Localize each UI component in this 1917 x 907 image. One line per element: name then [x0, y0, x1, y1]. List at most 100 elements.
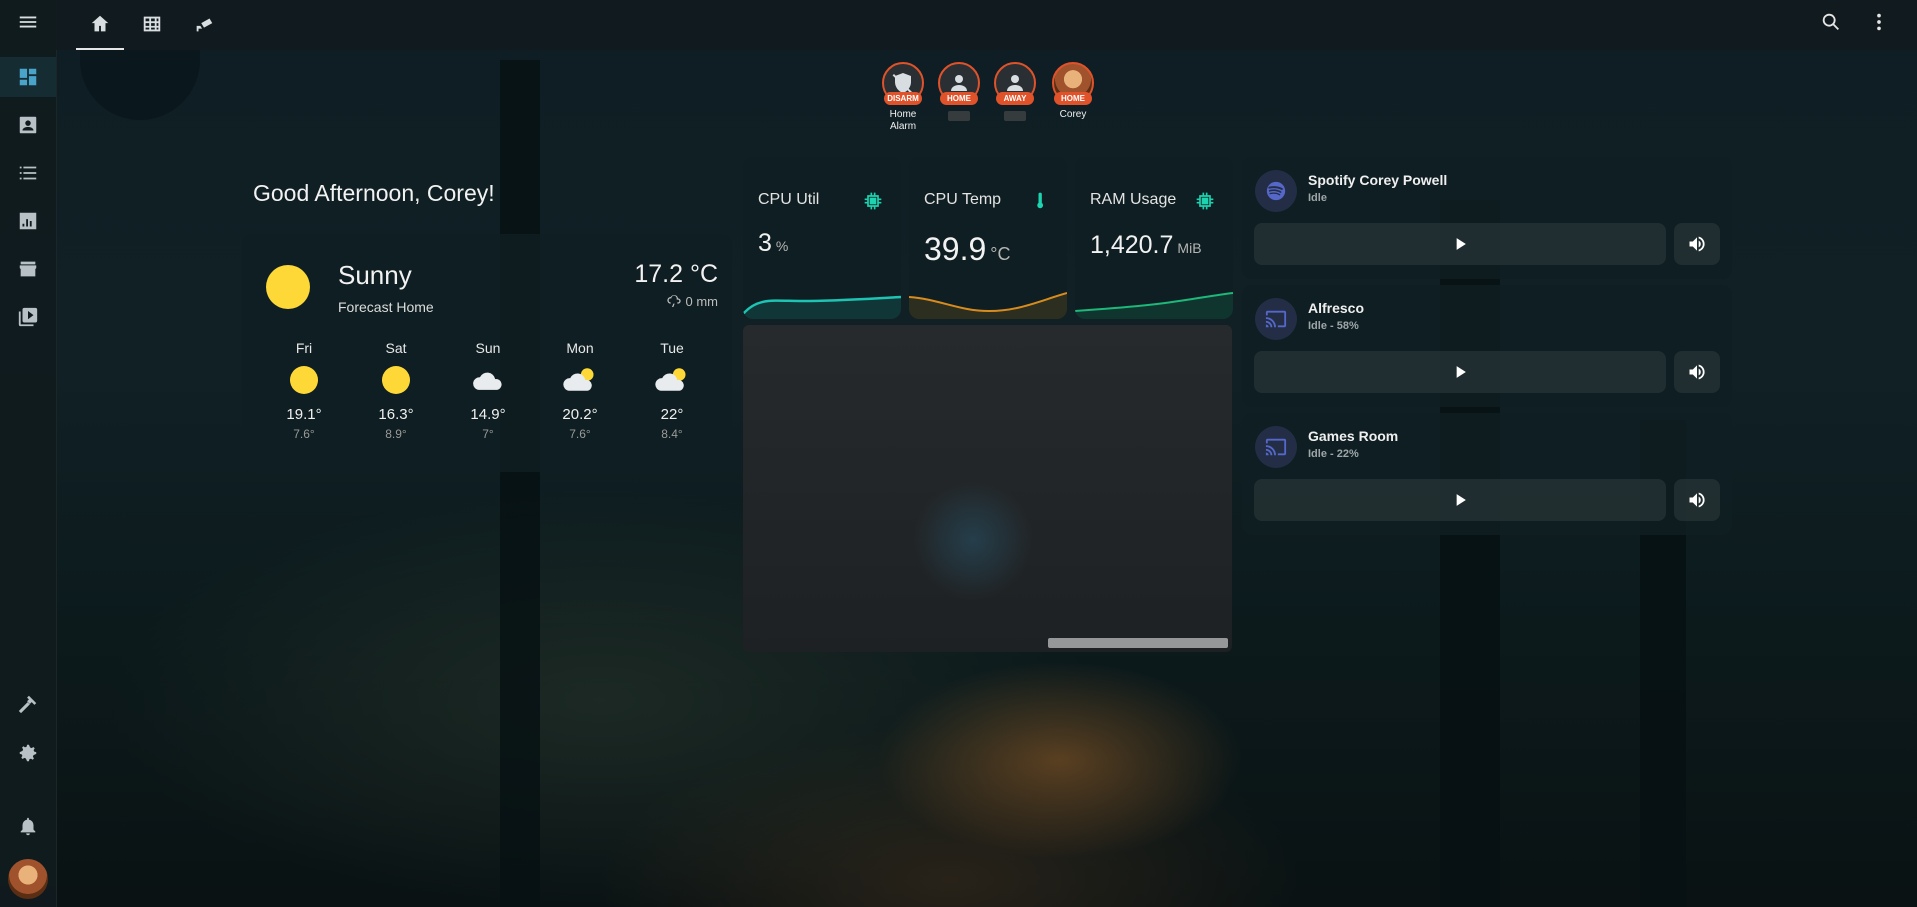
play-button[interactable] [1254, 479, 1666, 521]
forecast-day-name: Tue [660, 340, 684, 356]
forecast-high: 22° [660, 406, 684, 423]
sidebar-item-notifications[interactable] [0, 806, 56, 846]
list-icon [19, 166, 37, 180]
attribution-strip [1048, 638, 1228, 648]
forecast-low: 8.4° [661, 427, 683, 441]
forecast-low: 8.9° [385, 427, 407, 441]
menu-icon[interactable] [9, 7, 47, 37]
person-name: Home Alarm [889, 109, 917, 132]
volume-icon [1689, 236, 1705, 252]
search-icon[interactable] [1807, 0, 1855, 44]
cloudy-icon [473, 372, 502, 390]
sensor-unit: % [775, 238, 789, 254]
sensor-value: 1,420.7 MiB [1090, 231, 1202, 260]
status-badge: DISARM [884, 92, 922, 105]
sidebar-item-developer-tools[interactable] [0, 684, 56, 724]
play-icon [1456, 366, 1466, 378]
home-icon [91, 15, 109, 32]
forecast-day: Sat 16.3° 8.9° [361, 340, 431, 441]
partly-cloudy-icon [655, 368, 686, 391]
precipitation: 0 mm [666, 293, 719, 309]
weather-condition: Sunny [338, 260, 412, 290]
forecast-day: Sun 14.9° 7° [453, 340, 523, 441]
sensor-unit: MiB [1177, 240, 1202, 256]
sidebar [0, 0, 57, 907]
forecast-high: 14.9° [470, 406, 506, 423]
name-placeholder [1004, 111, 1026, 121]
sidebar-item-media[interactable] [0, 297, 56, 337]
forecast-day-name: Mon [566, 340, 594, 356]
sidebar-item-hacs[interactable] [0, 249, 56, 289]
person-badge[interactable]: HOME Corey [1049, 62, 1097, 121]
forecast-day: Fri 19.1° 7.6° [269, 340, 339, 441]
forecast-high: 20.2° [562, 406, 598, 423]
play-button[interactable] [1254, 223, 1666, 265]
sidebar-item-overview[interactable] [0, 57, 56, 97]
sensor-label: CPU Temp [924, 191, 1002, 208]
sunny-icon [266, 265, 310, 309]
hammer-icon [18, 695, 37, 714]
weather-card[interactable]: Sunny Forecast Home 17.2 °C 0 mm Fri 19.… [242, 234, 732, 472]
more-vert-icon[interactable] [1855, 0, 1903, 44]
forecast-day: Mon 20.2° 7.6° [545, 340, 615, 441]
media-player-card[interactable]: Spotify Corey Powell Idle [1242, 157, 1732, 279]
sensor-value: 39.9 °C [924, 231, 1010, 268]
media-player-card[interactable]: Alfresco Idle - 58% [1242, 285, 1732, 407]
chart-bar-icon [19, 212, 37, 230]
sidebar-item-logbook[interactable] [0, 105, 56, 145]
forecast-low: 7° [482, 427, 494, 441]
sensor-number: 3 [758, 229, 772, 257]
tab-cctv[interactable] [180, 0, 228, 48]
sensor-number: 1,420.7 [1090, 231, 1174, 259]
background-tree [500, 60, 540, 907]
sensor-value: 3% [758, 229, 788, 258]
volume-button[interactable] [1674, 479, 1720, 521]
volume-button[interactable] [1674, 351, 1720, 393]
sidebar-item-energy[interactable] [0, 201, 56, 241]
media-title: Alfresco [1308, 300, 1365, 316]
cpu-temp-card[interactable]: CPU Temp 39.9 °C [909, 157, 1067, 319]
tab-table[interactable] [128, 0, 176, 48]
precipitation-value: 0 mm [685, 293, 719, 309]
sidebar-item-history[interactable] [0, 153, 56, 193]
sensor-number: 39.9 [924, 231, 987, 267]
top-bar [56, 0, 1917, 50]
alarm-badge[interactable]: DISARM Home Alarm [879, 62, 927, 133]
sidebar-item-settings[interactable] [0, 733, 56, 773]
play-icon [1456, 494, 1466, 506]
blurred-panel [743, 325, 1232, 652]
status-badge: HOME [940, 92, 978, 105]
ram-usage-card[interactable]: RAM Usage 1,420.7 MiB [1075, 157, 1233, 319]
sensor-unit: °C [990, 244, 1011, 264]
forecast-day-name: Sat [385, 340, 407, 356]
sunny-icon [382, 366, 410, 394]
person-badge[interactable]: HOME [935, 62, 983, 121]
cpu-util-card[interactable]: CPU Util 3% [743, 157, 901, 319]
tab-home[interactable] [76, 0, 124, 50]
forecast-low: 7.6° [569, 427, 591, 441]
greeting-text: Good Afternoon, Corey! [253, 180, 495, 206]
memory-icon [1196, 192, 1214, 210]
forecast-high: 19.1° [286, 406, 322, 423]
cloud-rain-icon [666, 295, 681, 307]
ram-usage-sparkline [1075, 292, 1233, 319]
thermometer-icon [1037, 192, 1044, 209]
media-player-card[interactable]: Games Room Idle - 22% [1242, 413, 1732, 535]
person-badge[interactable]: AWAY [991, 62, 1039, 121]
play-box-multiple-icon [18, 307, 38, 327]
partly-cloudy-icon [563, 368, 594, 391]
store-icon [19, 261, 37, 277]
volume-button[interactable] [1674, 223, 1720, 265]
media-title: Games Room [1308, 428, 1399, 444]
weather-temperature: 17.2 °C [634, 260, 718, 288]
forecast-day: Tue 22° 8.4° [637, 340, 707, 441]
forecast-day-name: Fri [295, 340, 313, 356]
cpu-util-sparkline [743, 295, 901, 319]
play-button[interactable] [1254, 351, 1666, 393]
status-badge: AWAY [996, 92, 1034, 105]
user-avatar[interactable] [8, 859, 48, 899]
cctv-icon [196, 18, 213, 32]
account-box-icon [19, 116, 37, 134]
forecast-day-name: Sun [475, 340, 501, 356]
cast-icon [1255, 298, 1297, 340]
